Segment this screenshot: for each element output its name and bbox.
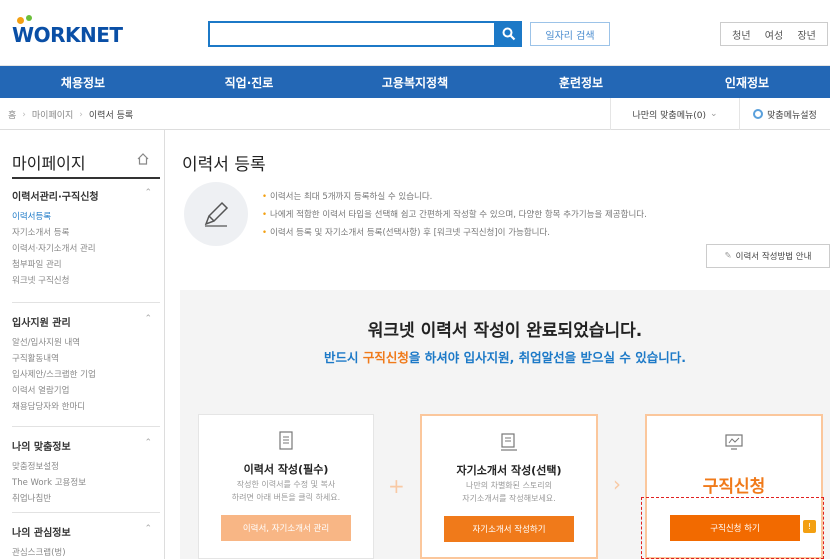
chevron-right-icon: › <box>613 472 621 496</box>
sidebar-title: 마이페이지 <box>12 154 86 173</box>
sidebar-item-offers[interactable]: 입사제안/스크랩한 기업 <box>12 367 162 383</box>
document-icon <box>279 431 293 450</box>
notice-list: 이력서는 최대 5개까지 등록하실 수 있습니다. 나에게 적합한 이력서 타입… <box>262 188 647 242</box>
home-icon[interactable] <box>136 152 150 166</box>
write-cover-letter-button[interactable]: 자기소개서 작성하기 <box>444 516 574 542</box>
logo-w-mark: W <box>12 15 34 47</box>
sidebar-item-compass[interactable]: 취업나침반 <box>12 491 162 507</box>
job-apply-heading: 구직신청 <box>702 477 766 497</box>
sidebar-item-viewed-companies[interactable]: 이력서 열람기업 <box>12 383 162 399</box>
chevron-right-icon: › <box>79 109 83 120</box>
breadcrumb-bar: 홈 › 마이페이지 › 이력서 등록 나만의 맞춤메뉴(0) ⌄ 맞춤메뉴설정 <box>0 98 830 130</box>
chevron-up-icon[interactable]: ⌃ <box>144 524 152 539</box>
tab-middle-aged[interactable]: 장년 <box>797 27 815 42</box>
gnb-item-welfare[interactable]: 고용복지정책 <box>332 66 498 98</box>
site-header: W ORKNET 일자리 검색 청년 여성 장년 <box>0 0 830 66</box>
sidebar-item-cover-letter[interactable]: 자기소개서 등록 <box>12 225 162 241</box>
manage-resume-button[interactable]: 이력서, 자기소개서 관리 <box>221 515 351 541</box>
workbook-logo[interactable]: W ORKNET <box>12 15 123 48</box>
search-button[interactable] <box>496 21 522 47</box>
sidebar-item-scrap[interactable]: 관심스크랩(벙) <box>12 545 162 559</box>
sidebar-group-custom: 나의 맞춤정보 ⌃ 맞춤정보설정 The Work 고용정보 취업나침반 <box>12 438 162 507</box>
completion-sub-prefix: 반드시 <box>324 350 363 365</box>
sidebar-item-job-apply[interactable]: 워크넷 구직신청 <box>12 273 162 289</box>
notice-item: 이력서 등록 및 자기소개서 등록(선택사항) 후 [워크넷 구직신청]이 가능… <box>262 224 647 242</box>
card-desc-line: 나만의 차별화된 스토리의 <box>465 481 553 490</box>
breadcrumb: 홈 › 마이페이지 › 이력서 등록 <box>8 108 134 122</box>
plus-icon: + <box>388 474 405 498</box>
sidebar-divider <box>12 302 160 303</box>
step-card-resume: 이력서 작성(필수) 작성한 이력서를 수정 및 복사 하려면 아래 버튼을 클… <box>198 414 374 559</box>
global-nav: 채용정보 직업·진로 고용복지정책 훈련정보 인재정보 <box>0 66 830 98</box>
breadcrumb-home[interactable]: 홈 <box>8 108 16 121</box>
my-menu-dropdown[interactable]: 나만의 맞춤메뉴(0) ⌄ <box>610 98 740 130</box>
sidebar-group-title[interactable]: 나의 맞춤정보 <box>12 438 71 453</box>
card-description: 나만의 차별화된 스토리의 자기소개서를 작성해보세요. <box>422 479 596 505</box>
tab-women[interactable]: 여성 <box>765 27 783 42</box>
card-desc-line: 자기소개서를 작성해보세요. <box>462 494 556 503</box>
chevron-up-icon[interactable]: ⌃ <box>144 188 152 203</box>
gnb-item-career[interactable]: 직업·진로 <box>166 66 332 98</box>
menu-setting-button[interactable]: 맞춤메뉴설정 <box>740 98 830 130</box>
sidebar-group-title[interactable]: 이력서관리·구직신청 <box>12 188 99 203</box>
completion-subtitle: 반드시 구직신청을 하셔야 입사지원, 취업알선을 받으실 수 있습니다. <box>180 347 830 366</box>
guide-button-label: 이력서 작성방법 안내 <box>735 252 812 262</box>
pencil-icon: ✎ <box>724 251 732 261</box>
sidebar-item-attachments[interactable]: 첨부파일 관리 <box>12 257 162 273</box>
sidebar-item-activity-history[interactable]: 구직활동내역 <box>12 351 162 367</box>
logo-text: ORKNET <box>33 23 123 47</box>
sidebar-item-resume-manage[interactable]: 이력서·자기소개서 관리 <box>12 241 162 257</box>
pen-icon <box>204 201 229 227</box>
computer-icon <box>725 434 743 450</box>
chevron-up-icon[interactable]: ⌃ <box>144 438 152 453</box>
job-apply-button[interactable]: 구직신청 하기 <box>670 515 800 541</box>
completion-title: 워크넷 이력서 작성이 완료되었습니다. <box>367 321 643 341</box>
tab-youth[interactable]: 청년 <box>732 27 750 42</box>
chevron-up-icon[interactable]: ⌃ <box>144 314 152 329</box>
sidebar-divider <box>12 512 160 513</box>
gnb-item-training[interactable]: 훈련정보 <box>498 66 664 98</box>
breadcrumb-current: 이력서 등록 <box>88 111 134 121</box>
gnb-item-jobs[interactable]: 채용정보 <box>0 66 166 98</box>
sidebar-group-title[interactable]: 나의 관심정보 <box>12 524 71 539</box>
sidebar-group-application: 입사지원 관리 ⌃ 알선/입사지원 내역 구직활동내역 입사제안/스크랩한 기업 … <box>12 314 162 415</box>
info-badge-icon[interactable]: ! <box>803 520 816 533</box>
menu-setting-label: 맞춤메뉴설정 <box>767 110 817 121</box>
card-title: 자기소개서 작성(선택) <box>456 464 562 477</box>
resume-guide-button[interactable]: ✎ 이력서 작성방법 안내 <box>706 244 830 268</box>
pen-illustration <box>184 182 248 246</box>
chevron-down-icon: ⌄ <box>710 109 718 119</box>
sidebar: 마이페이지 이력서관리·구직신청 ⌃ 이력서등록 자기소개서 등록 이력서·자기소… <box>0 130 165 559</box>
notice-item: 나에게 적합한 이력서 타입을 선택해 쉽고 간편하게 작성할 수 있으며, 다… <box>262 206 647 224</box>
sidebar-title-underline <box>12 177 160 179</box>
step-card-cover-letter: 자기소개서 작성(선택) 나만의 차별화된 스토리의 자기소개서를 작성해보세요… <box>420 414 598 559</box>
completion-sub-suffix: 을 하셔야 입사지원, 취업알선을 받으실 수 있습니다. <box>408 350 686 365</box>
sidebar-item-resume-register[interactable]: 이력서등록 <box>12 209 162 225</box>
sidebar-group-title[interactable]: 입사지원 관리 <box>12 314 71 329</box>
gear-icon <box>753 109 764 119</box>
gnb-item-talent[interactable]: 인재정보 <box>664 66 830 98</box>
sidebar-item-recruiter-notes[interactable]: 채용담당자와 한마디 <box>12 399 162 415</box>
sidebar-group-resume: 이력서관리·구직신청 ⌃ 이력서등록 자기소개서 등록 이력서·자기소개서 관리 … <box>12 188 162 289</box>
sidebar-divider <box>12 426 160 427</box>
user-type-tabs: 청년 여성 장년 <box>720 22 828 46</box>
sidebar-item-custom-settings[interactable]: 맞춤정보설정 <box>12 459 162 475</box>
chevron-right-icon: › <box>22 109 26 120</box>
sidebar-item-thework[interactable]: The Work 고용정보 <box>12 475 162 491</box>
card-desc-line: 하려면 아래 버튼을 클릭 하세요. <box>231 493 341 502</box>
my-menu-label: 나만의 맞춤메뉴(0) <box>632 110 707 121</box>
job-search-button[interactable]: 일자리 검색 <box>530 22 610 46</box>
card-desc-line: 작성한 이력서를 수정 및 복사 <box>236 480 336 489</box>
search-icon <box>502 27 516 41</box>
page-title: 이력서 등록 <box>182 155 266 175</box>
monitor-document-icon <box>501 433 517 451</box>
sidebar-item-apply-history[interactable]: 알선/입사지원 내역 <box>12 335 162 351</box>
card-description: 작성한 이력서를 수정 및 복사 하려면 아래 버튼을 클릭 하세요. <box>199 478 373 504</box>
search-input[interactable] <box>208 21 496 47</box>
notice-item: 이력서는 최대 5개까지 등록하실 수 있습니다. <box>262 188 647 206</box>
breadcrumb-mypage[interactable]: 마이페이지 <box>32 108 73 121</box>
card-title: 이력서 작성(필수) <box>243 463 329 476</box>
completion-sub-highlight: 구직신청 <box>362 350 409 365</box>
sidebar-group-interest: 나의 관심정보 ⌃ 관심스크랩(벙) <box>12 524 162 559</box>
